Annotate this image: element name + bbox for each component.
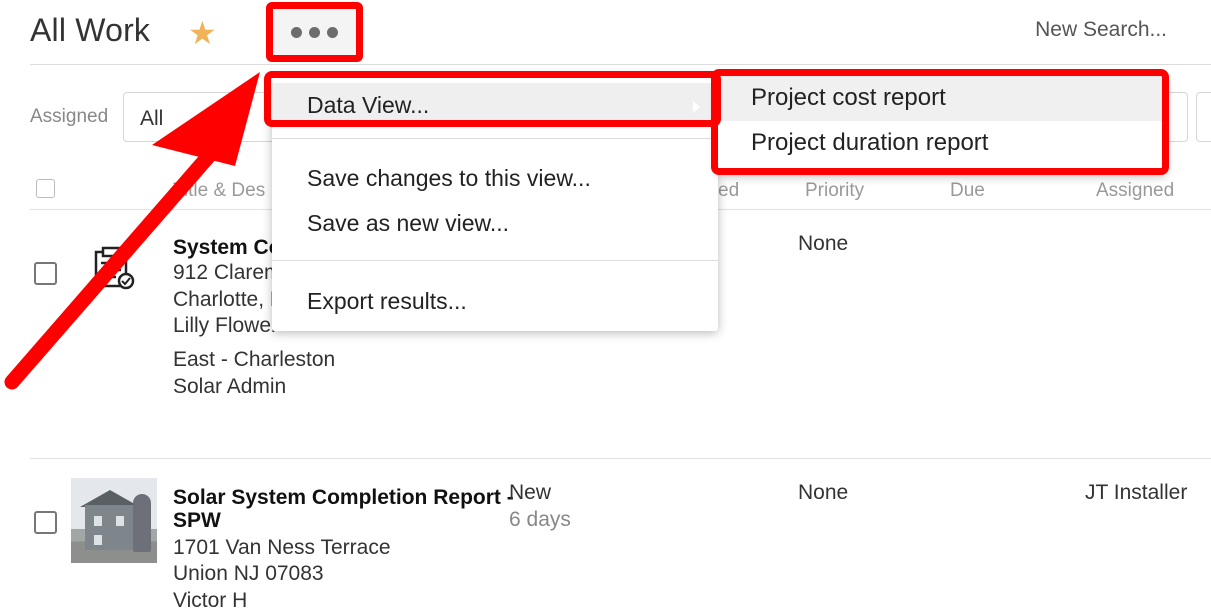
row-age: 6 days (509, 508, 571, 531)
assigned-filter-label: Assigned (30, 106, 109, 127)
menu-item-export-results[interactable]: Export results... (272, 288, 718, 315)
menu-item-data-view-label: Data View... (307, 92, 430, 118)
column-title-description[interactable]: Title & Des (173, 180, 265, 202)
row-title[interactable]: System Co (173, 234, 282, 261)
submenu-item-project-duration-report[interactable]: Project duration report (718, 122, 1166, 166)
more-options-icon-dot (309, 26, 320, 38)
row-contact: Lilly Flower (173, 314, 279, 337)
row-role: Solar Admin (173, 375, 287, 398)
row-address-line2-second: Union NJ 07083 (173, 562, 324, 585)
filter-action-button[interactable] (1196, 92, 1211, 142)
row-priority-second: None (798, 481, 849, 504)
row-assignee: JT Installer (1085, 481, 1188, 504)
more-options-icon-dot-end (327, 26, 338, 38)
row-address-line1: 912 Clarem (173, 261, 282, 284)
page-title: All Work (30, 12, 151, 48)
data-view-submenu: Project cost report Project duration rep… (718, 77, 1166, 174)
column-priority[interactable]: Priority (805, 180, 864, 202)
header-divider (30, 64, 1211, 65)
menu-divider-bottom (272, 260, 718, 261)
column-assigned[interactable]: Assigned (1096, 180, 1174, 202)
row-address-line2: Charlotte, N (173, 288, 286, 311)
favorite-star-icon[interactable]: ★ (188, 13, 217, 53)
menu-item-save-new-view[interactable]: Save as new view... (272, 210, 718, 237)
column-status-partial[interactable]: ed (718, 180, 739, 202)
column-due[interactable]: Due (950, 180, 985, 202)
row-status: New (509, 481, 552, 504)
submenu-item-project-cost-report[interactable]: Project cost report (718, 77, 1166, 121)
row-checkbox[interactable] (34, 262, 57, 285)
row-contact-second: Victor H (173, 589, 248, 612)
house-thumbnail (71, 478, 157, 563)
submenu-arrow-icon (693, 101, 700, 113)
table-row-divider (30, 458, 1211, 459)
row-checkbox-second[interactable] (34, 511, 57, 534)
menu-divider (272, 138, 718, 139)
options-menu: Data View... Save changes to this view..… (272, 75, 718, 331)
select-all-checkbox[interactable] (36, 179, 55, 198)
menu-item-data-view[interactable]: Data View... (272, 83, 718, 125)
assigned-filter-select[interactable]: All (123, 92, 283, 142)
menu-item-save-changes[interactable]: Save changes to this view... (272, 165, 718, 192)
row-region: East - Charleston (173, 348, 336, 371)
row-title-second[interactable]: Solar System Completion Report - (173, 484, 514, 511)
clipboard-check-icon (94, 246, 135, 290)
row-title-second-continuation[interactable]: SPW (173, 507, 221, 534)
new-search-link[interactable]: New Search... (1035, 18, 1167, 42)
more-options-icon (291, 26, 302, 38)
more-options-button[interactable] (266, 2, 363, 62)
row-priority: None (798, 232, 849, 255)
row-address-line1-second: 1701 Van Ness Terrace (173, 536, 391, 559)
